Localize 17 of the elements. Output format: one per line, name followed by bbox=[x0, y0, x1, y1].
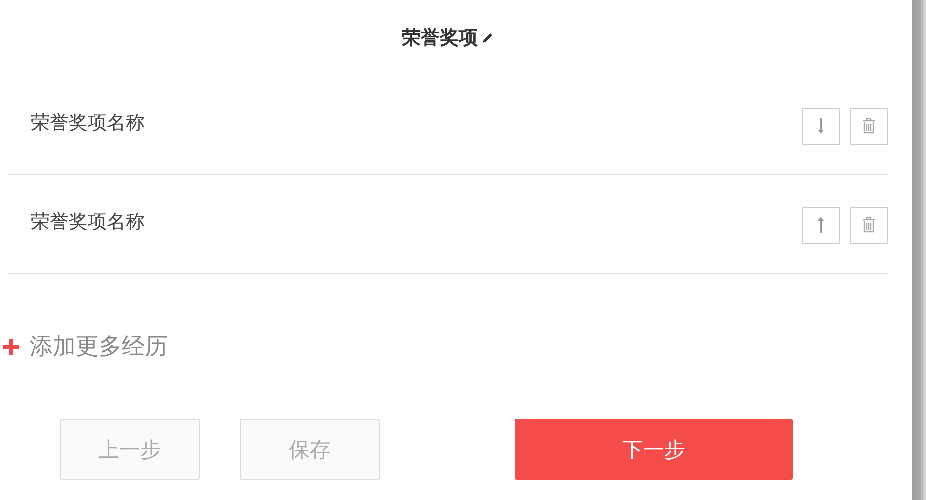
step-button[interactable]: 上一步 bbox=[60, 419, 200, 480]
pencil-icon[interactable] bbox=[482, 32, 494, 44]
move-up-button[interactable] bbox=[802, 206, 840, 244]
add-more-link[interactable]: 添加更多经历 bbox=[30, 331, 168, 362]
next-button[interactable]: 下一步 bbox=[515, 419, 793, 480]
move-down-button[interactable] bbox=[802, 108, 840, 144]
up-arrow-icon bbox=[816, 215, 826, 235]
delete-button[interactable] bbox=[850, 108, 888, 144]
trash-icon bbox=[861, 117, 877, 135]
delete-button[interactable] bbox=[850, 206, 888, 244]
down-arrow-icon bbox=[816, 116, 826, 136]
trash-icon bbox=[861, 216, 877, 234]
plus-icon[interactable] bbox=[2, 338, 20, 356]
award-name[interactable]: 荣誉奖项名称 bbox=[31, 110, 145, 136]
section-title: 荣誉奖项 bbox=[402, 26, 478, 51]
award-name[interactable]: 荣誉奖项名称 bbox=[31, 209, 145, 235]
step-button[interactable]: 保存 bbox=[240, 419, 380, 480]
